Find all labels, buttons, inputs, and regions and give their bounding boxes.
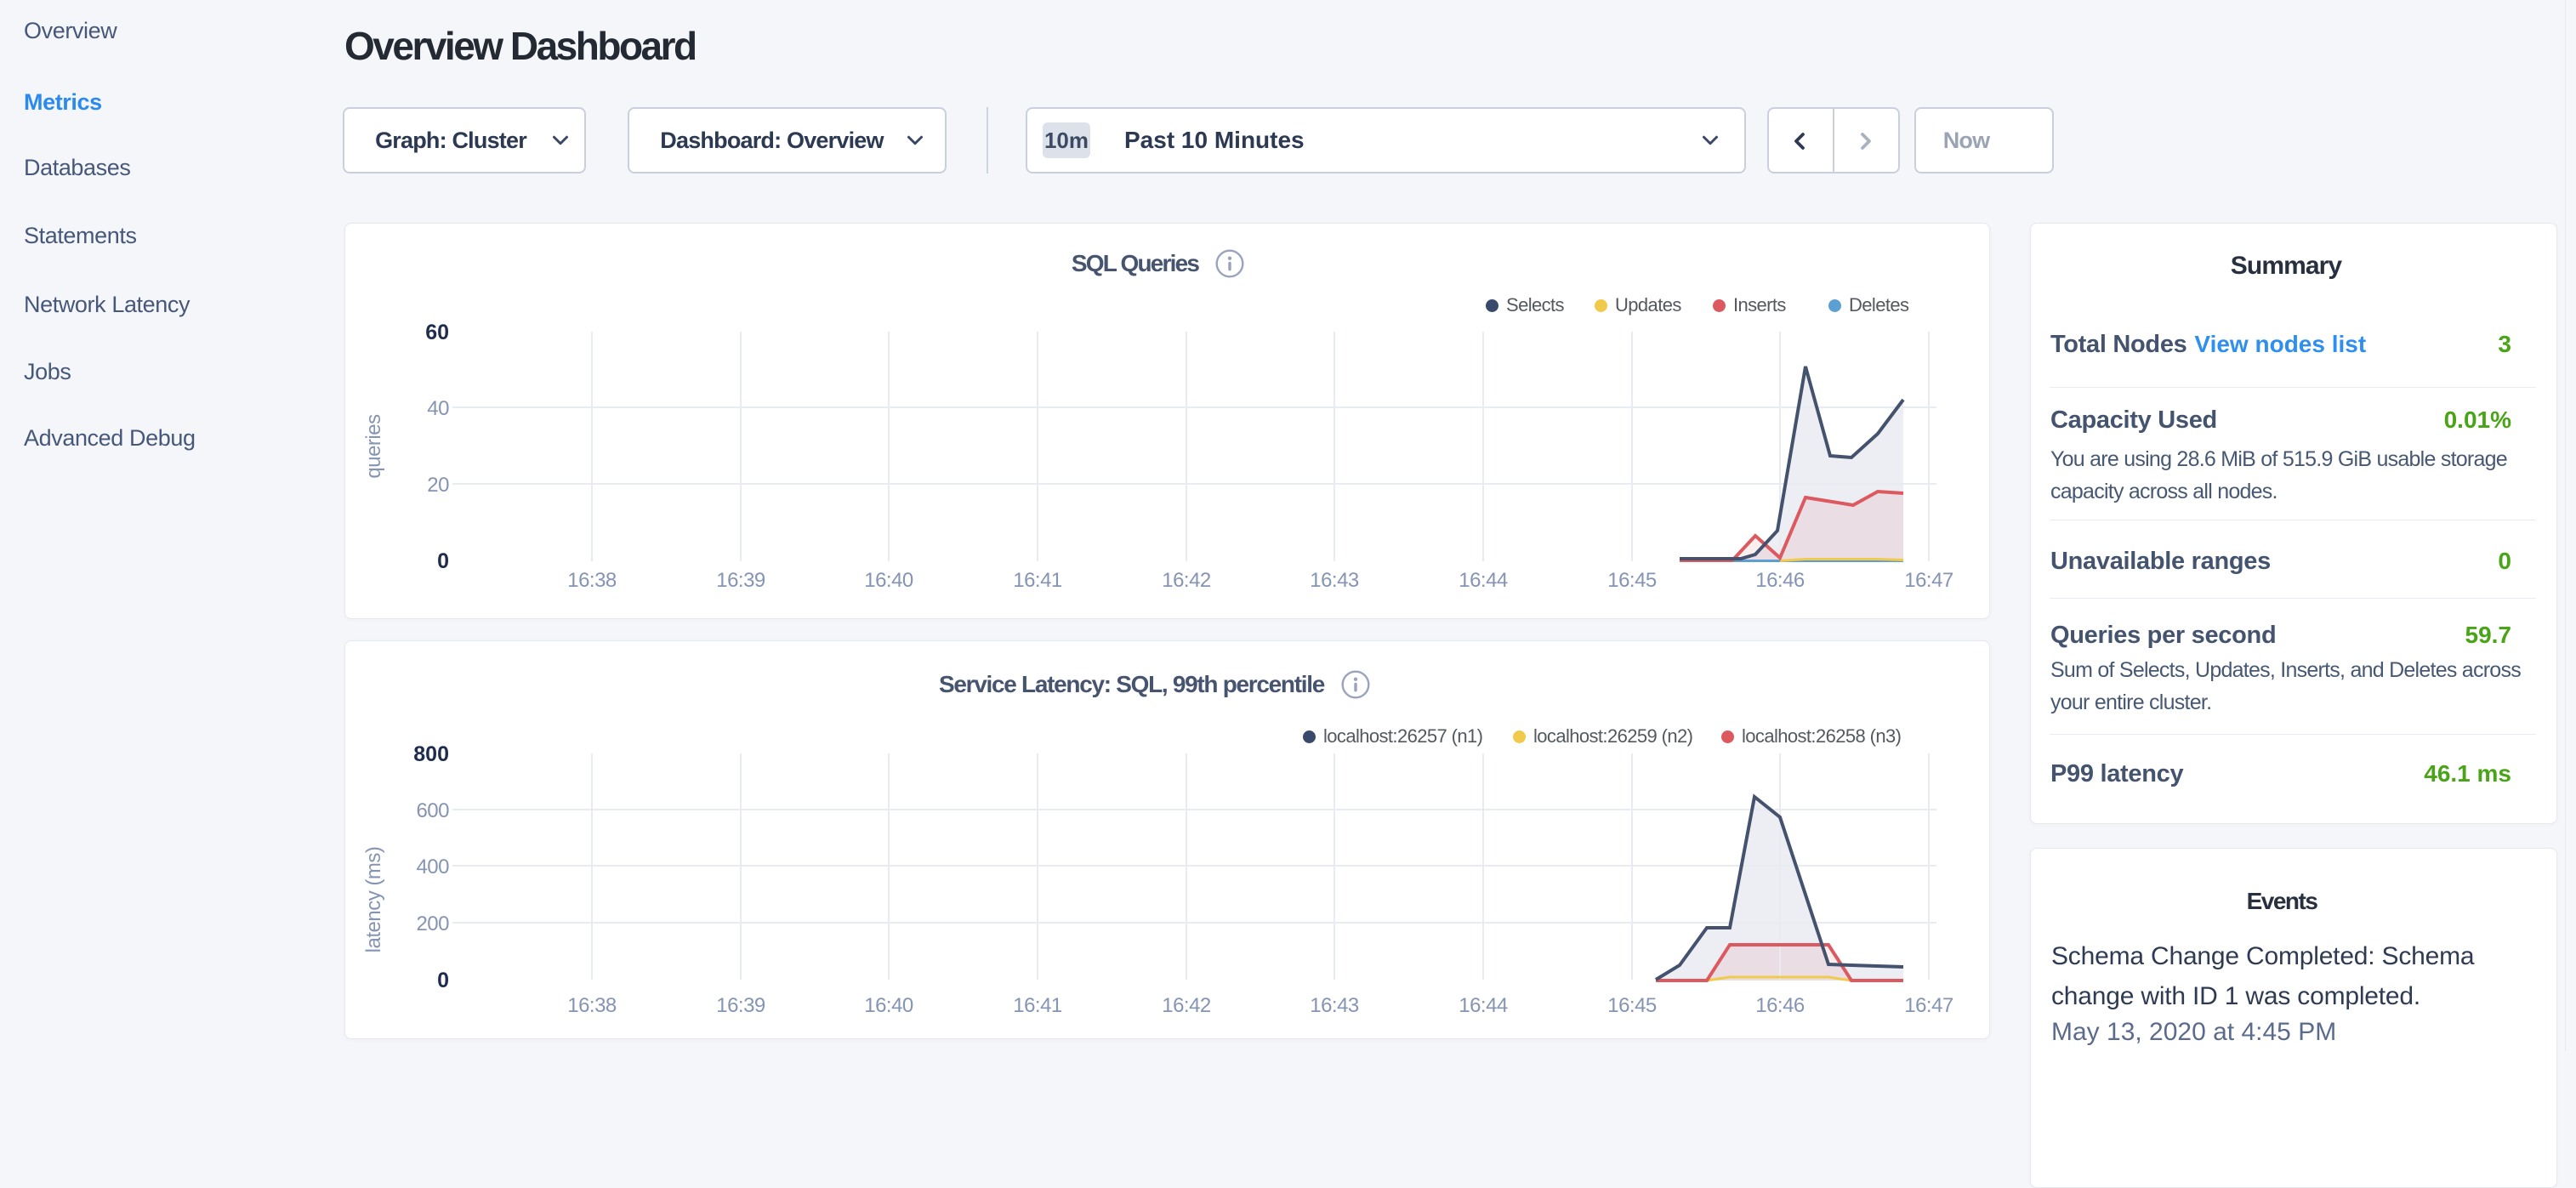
svg-text:16:40: 16:40 <box>864 569 913 592</box>
svg-text:16:44: 16:44 <box>1459 569 1508 592</box>
svg-text:16:44: 16:44 <box>1459 994 1508 1017</box>
svg-text:queries: queries <box>362 414 385 479</box>
svg-text:200: 200 <box>416 912 449 935</box>
svg-text:20: 20 <box>427 474 449 497</box>
svg-text:16:47: 16:47 <box>1904 994 1953 1017</box>
svg-text:40: 40 <box>427 397 449 420</box>
svg-text:16:40: 16:40 <box>864 994 913 1017</box>
svg-text:0: 0 <box>437 969 449 992</box>
svg-text:16:43: 16:43 <box>1310 569 1359 592</box>
svg-text:16:43: 16:43 <box>1310 994 1359 1017</box>
svg-text:16:38: 16:38 <box>567 994 617 1017</box>
svg-text:16:38: 16:38 <box>567 569 617 592</box>
svg-text:60: 60 <box>425 321 449 344</box>
svg-text:0: 0 <box>437 549 449 573</box>
svg-text:16:41: 16:41 <box>1013 569 1062 592</box>
svg-text:400: 400 <box>416 855 449 878</box>
svg-text:16:47: 16:47 <box>1904 569 1953 592</box>
svg-text:16:39: 16:39 <box>716 569 765 592</box>
svg-text:600: 600 <box>416 799 449 822</box>
svg-text:latency (ms): latency (ms) <box>362 847 385 953</box>
svg-text:16:45: 16:45 <box>1607 569 1657 592</box>
svg-text:16:42: 16:42 <box>1162 994 1211 1017</box>
svg-text:16:41: 16:41 <box>1013 994 1062 1017</box>
svg-text:800: 800 <box>413 742 449 766</box>
svg-text:16:46: 16:46 <box>1755 569 1805 592</box>
svg-text:16:45: 16:45 <box>1607 994 1657 1017</box>
svg-text:16:39: 16:39 <box>716 994 765 1017</box>
svg-text:16:46: 16:46 <box>1755 994 1805 1017</box>
svg-text:16:42: 16:42 <box>1162 569 1211 592</box>
